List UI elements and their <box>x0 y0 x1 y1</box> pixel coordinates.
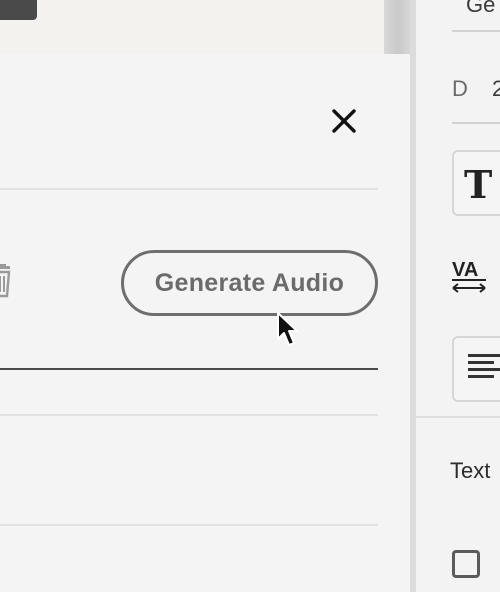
panel-line-2 <box>452 122 500 124</box>
option-checkbox[interactable] <box>452 550 480 578</box>
d-value: 2 <box>492 76 500 101</box>
close-icon[interactable] <box>328 105 360 137</box>
panel-section-separator <box>416 416 500 418</box>
dark-tab-edge <box>0 0 37 20</box>
background-toolbar-strip <box>0 0 388 56</box>
dialog-divider-middle <box>0 414 378 416</box>
d-label: D <box>452 76 468 101</box>
panel-top-label: Ge <box>466 0 496 17</box>
dialog-divider-top <box>0 188 378 190</box>
dialog-divider-bottom <box>0 524 378 526</box>
text-input-underline <box>0 368 378 370</box>
text-section-label: Text <box>450 458 491 483</box>
align-left-icon <box>468 354 500 378</box>
trash-icon[interactable] <box>0 264 12 298</box>
tracking-icon-label: VA <box>452 259 478 281</box>
panel-line-1 <box>452 30 500 32</box>
generate-audio-button[interactable]: Generate Audio <box>121 250 378 316</box>
tracking-icon[interactable]: VA <box>450 256 490 294</box>
properties-panel: Ge D 2 T VA Text <box>416 0 500 592</box>
mouse-cursor-icon <box>277 312 298 346</box>
text-icon: T <box>464 162 493 207</box>
